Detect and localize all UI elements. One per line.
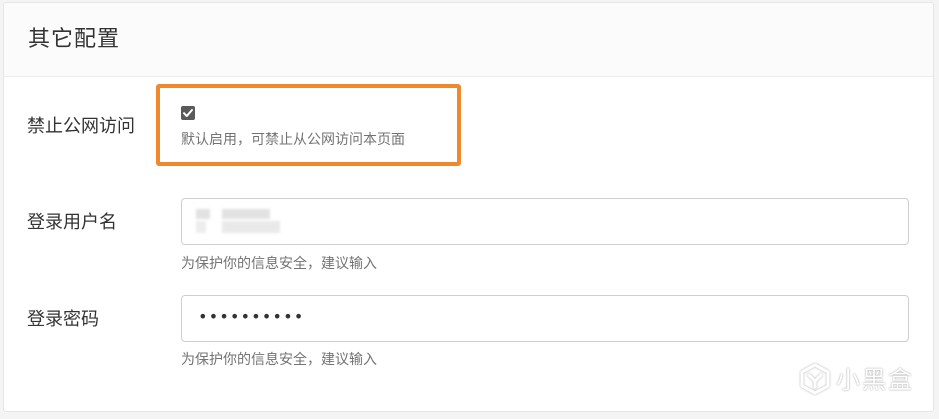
password-input[interactable]: •••••••••• [181,295,909,342]
password-label: 登录密码 [27,309,99,330]
heybox-logo-icon [800,363,830,395]
public-access-label: 禁止公网访问 [27,116,135,137]
watermark-logo: 小黑盒 [798,362,918,398]
redacted-block [222,221,280,233]
checkmark-icon [183,109,193,117]
username-label: 登录用户名 [27,212,117,233]
username-help: 为保护你的信息安全，建议输入 [181,256,377,272]
watermark-text: 小黑盒 [836,366,914,394]
panel-title: 其它配置 [28,27,121,52]
username-input[interactable] [181,198,909,245]
public-access-checkbox[interactable] [181,106,195,120]
password-help: 为保护你的信息安全，建议输入 [181,352,377,368]
redacted-block [196,209,210,219]
redacted-block [222,209,270,219]
redacted-block [196,221,206,233]
public-access-help: 默认启用，可禁止从公网访问本页面 [181,132,405,148]
panel-header: 其它配置 [4,3,933,77]
password-value: •••••••••• [198,307,305,326]
highlight-box [156,84,461,166]
